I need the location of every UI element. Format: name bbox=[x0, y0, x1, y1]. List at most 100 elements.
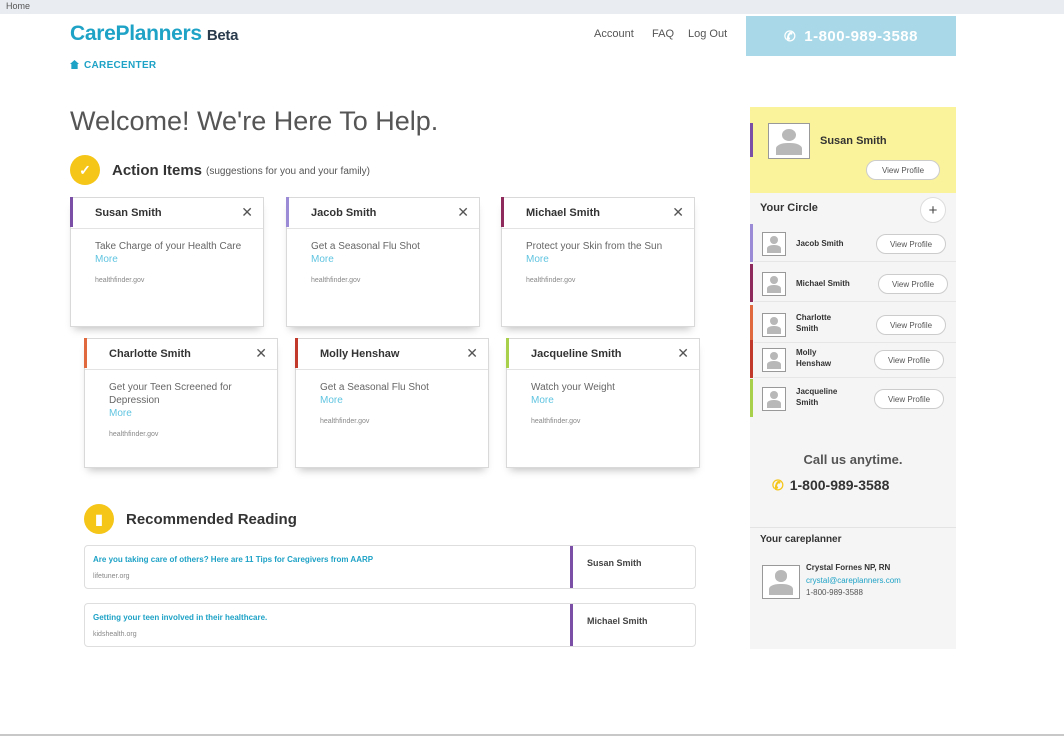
avatar bbox=[762, 348, 786, 372]
profile-card: Susan Smith View Profile bbox=[750, 107, 956, 193]
view-profile-button[interactable]: View Profile bbox=[874, 389, 944, 409]
card-color-bar bbox=[70, 197, 73, 227]
card-task-text: Get your Teen Screened for Depression bbox=[109, 382, 232, 406]
member-name: Charlotte Smith bbox=[796, 313, 832, 333]
card-divider bbox=[85, 369, 277, 370]
close-icon[interactable]: ✕ bbox=[457, 204, 469, 221]
card-color-bar bbox=[286, 197, 289, 227]
avatar bbox=[762, 565, 800, 599]
action-card-michael: Michael Smith ✕ Protect your Skin from t… bbox=[501, 197, 695, 327]
reading-item[interactable]: Getting your teen involved in their heal… bbox=[84, 603, 696, 647]
card-task: Protect your Skin from the Sun More heal… bbox=[526, 240, 676, 287]
card-source: healthfinder.gov bbox=[311, 277, 361, 284]
card-person-name: Charlotte Smith bbox=[109, 348, 191, 360]
card-color-bar bbox=[506, 338, 509, 368]
nav-account-link[interactable]: Account bbox=[594, 28, 634, 40]
reading-item-source: lifetuner.org bbox=[93, 573, 130, 580]
card-more-link[interactable]: More bbox=[531, 394, 681, 407]
home-icon bbox=[70, 60, 79, 69]
card-task: Get a Seasonal Flu Shot More healthfinde… bbox=[320, 381, 470, 428]
breadcrumb-label: CARECENTER bbox=[84, 60, 157, 71]
logo[interactable]: CarePlanners Beta bbox=[70, 22, 238, 46]
member-divider bbox=[754, 301, 956, 302]
action-items-title: Action Items bbox=[112, 161, 203, 179]
action-card-molly: Molly Henshaw ✕ Get a Seasonal Flu Shot … bbox=[295, 338, 489, 468]
reading-header: ▮ Recommended Reading bbox=[84, 504, 297, 534]
card-task: Watch your Weight More healthfinder.gov bbox=[531, 381, 681, 428]
call-us-phone[interactable]: ✆ 1-800-989-3588 bbox=[772, 477, 889, 494]
reading-item-person: Michael Smith bbox=[587, 616, 648, 626]
member-color-bar bbox=[750, 340, 753, 378]
careplanner-name: Crystal Fornes NP, RN bbox=[806, 563, 891, 572]
card-person-name: Jacob Smith bbox=[311, 207, 377, 219]
reading-item-person: Susan Smith bbox=[587, 558, 642, 568]
view-profile-button[interactable]: View Profile bbox=[876, 315, 946, 335]
member-color-bar bbox=[750, 224, 753, 262]
browser-tab-label[interactable]: Home bbox=[6, 1, 30, 11]
member-name: Molly Henshaw bbox=[796, 348, 832, 368]
nav-faq-link[interactable]: FAQ bbox=[652, 28, 674, 40]
card-more-link[interactable]: More bbox=[95, 253, 245, 266]
avatar bbox=[768, 123, 810, 159]
view-profile-button[interactable]: View Profile bbox=[876, 234, 946, 254]
member-name: Michael Smith bbox=[796, 279, 850, 288]
card-divider bbox=[71, 228, 263, 229]
card-more-link[interactable]: More bbox=[320, 394, 470, 407]
sidebar: Susan Smith View Profile Your Circle + J… bbox=[750, 107, 956, 649]
card-task: Get your Teen Screened for Depression Mo… bbox=[109, 381, 259, 441]
careplanner-divider bbox=[750, 527, 956, 528]
card-divider bbox=[507, 369, 699, 370]
card-divider bbox=[287, 228, 479, 229]
card-task: Get a Seasonal Flu Shot More healthfinde… bbox=[311, 240, 461, 287]
careplanner-phone: 1-800-989-3588 bbox=[806, 588, 863, 597]
reading-item-title[interactable]: Getting your teen involved in their heal… bbox=[93, 613, 267, 622]
logo-text: CarePlanners bbox=[70, 22, 202, 45]
card-color-bar bbox=[295, 338, 298, 368]
avatar bbox=[762, 232, 786, 256]
reading-title: Recommended Reading bbox=[126, 510, 297, 528]
member-color-bar bbox=[750, 305, 753, 343]
card-task-text: Get a Seasonal Flu Shot bbox=[320, 382, 429, 393]
bookmark-icon: ▮ bbox=[84, 504, 114, 534]
phone-icon: ✆ bbox=[784, 27, 797, 44]
action-items-header: ✓ Action Items (suggestions for you and … bbox=[70, 155, 370, 185]
card-more-link[interactable]: More bbox=[526, 253, 676, 266]
profile-color-bar bbox=[750, 123, 753, 157]
close-icon[interactable]: ✕ bbox=[255, 345, 267, 362]
your-circle-title: Your Circle bbox=[760, 202, 818, 214]
header-phone-button[interactable]: ✆ 1-800-989-3588 bbox=[746, 16, 956, 56]
card-source: healthfinder.gov bbox=[95, 277, 145, 284]
breadcrumb[interactable]: CARECENTER bbox=[70, 60, 156, 71]
card-task-text: Protect your Skin from the Sun bbox=[526, 241, 663, 252]
reading-item-divider bbox=[570, 546, 573, 588]
card-more-link[interactable]: More bbox=[109, 407, 259, 420]
card-task-text: Watch your Weight bbox=[531, 382, 615, 393]
circle-member-jacqueline: Jacqueline Smith View Profile bbox=[750, 379, 956, 417]
member-divider bbox=[754, 377, 956, 378]
careplanner-email-link[interactable]: crystal@careplanners.com bbox=[806, 576, 901, 585]
reading-item-title[interactable]: Are you taking care of others? Here are … bbox=[93, 555, 373, 564]
view-profile-button[interactable]: View Profile bbox=[878, 274, 948, 294]
close-icon[interactable]: ✕ bbox=[672, 204, 684, 221]
site-header: CarePlanners Beta Account FAQ Log Out ✆ 1… bbox=[0, 14, 1064, 58]
card-more-link[interactable]: More bbox=[311, 253, 461, 266]
nav-logout-link[interactable]: Log Out bbox=[688, 28, 727, 40]
card-person-name: Susan Smith bbox=[95, 207, 162, 219]
page-title: Welcome! We're Here To Help. bbox=[70, 106, 439, 136]
reading-item-source: kidshealth.org bbox=[93, 631, 137, 638]
card-person-name: Molly Henshaw bbox=[320, 348, 400, 360]
circle-member-michael: Michael Smith View Profile bbox=[750, 264, 956, 302]
member-color-bar bbox=[750, 264, 753, 302]
close-icon[interactable]: ✕ bbox=[241, 204, 253, 221]
avatar bbox=[762, 313, 786, 337]
view-profile-button[interactable]: View Profile bbox=[874, 350, 944, 370]
browser-strip: Home bbox=[0, 0, 1064, 15]
member-color-bar bbox=[750, 379, 753, 417]
card-person-name: Michael Smith bbox=[526, 207, 600, 219]
close-icon[interactable]: ✕ bbox=[466, 345, 478, 362]
close-icon[interactable]: ✕ bbox=[677, 345, 689, 362]
add-member-button[interactable]: + bbox=[920, 197, 946, 223]
view-profile-button[interactable]: View Profile bbox=[866, 160, 940, 180]
reading-item[interactable]: Are you taking care of others? Here are … bbox=[84, 545, 696, 589]
circle-member-jacob: Jacob Smith View Profile bbox=[750, 224, 956, 262]
